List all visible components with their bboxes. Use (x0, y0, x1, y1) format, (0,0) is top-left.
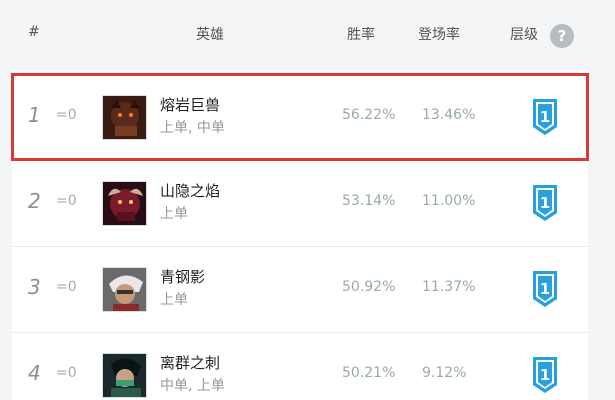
hero-column-header: 英雄 (196, 27, 224, 43)
svg-text:1: 1 (540, 366, 550, 384)
hero-positions: 上单 (160, 206, 188, 222)
pick-rate: 11.37% (422, 279, 476, 295)
tier-badge-icon: 1 (533, 185, 557, 221)
hero-row[interactable]: 2 =0 山隐之焰 上单 53.14% 11.00% 1 (12, 160, 588, 246)
tier-badge-icon: 1 (533, 357, 557, 393)
tier-badge-icon: 1 (533, 271, 557, 307)
svg-text:1: 1 (540, 280, 550, 298)
hero-name[interactable]: 青钢影 (160, 266, 205, 287)
win-rate: 50.21% (342, 365, 396, 381)
win-rate: 50.92% (342, 279, 396, 295)
hero-name[interactable]: 熔岩巨兽 (160, 94, 220, 115)
rank-number: 2 (28, 189, 41, 213)
akali-portrait-icon[interactable] (102, 353, 147, 398)
hero-name[interactable]: 山隐之焰 (160, 180, 220, 201)
win-rate: 53.14% (342, 193, 396, 209)
pick-rate: 11.00% (422, 193, 476, 209)
hero-positions: 上单 (160, 292, 188, 308)
rank-number: 1 (28, 103, 41, 127)
hero-row[interactable]: 1 =0 熔岩巨兽 上单, 中单 56.22% 13.46% 1 (11, 73, 589, 161)
rank-change: =0 (56, 365, 77, 381)
hero-name[interactable]: 离群之刺 (160, 352, 220, 373)
pickrate-column-header[interactable]: 登场率 (418, 24, 460, 44)
rank-change: =0 (56, 279, 77, 295)
hero-positions: 中单, 上单 (160, 378, 225, 394)
malphite-portrait-icon[interactable] (102, 95, 147, 140)
svg-text:1: 1 (540, 108, 550, 126)
svg-text:1: 1 (540, 194, 550, 212)
winrate-column-header[interactable]: 胜率 (347, 24, 375, 44)
rank-number: 4 (28, 361, 41, 385)
tier-column-header[interactable]: 层级 (510, 24, 538, 44)
pick-rate: 9.12% (422, 365, 467, 381)
rank-column-header: # (28, 24, 40, 40)
help-icon[interactable]: ? (550, 24, 574, 48)
hero-row[interactable]: 3 =0 青钢影 上单 50.92% 11.37% 1 (12, 246, 588, 332)
rank-change: =0 (56, 107, 77, 123)
rank-number: 3 (28, 275, 41, 299)
camille-portrait-icon[interactable] (102, 267, 147, 312)
win-rate: 56.22% (342, 107, 396, 123)
ornn-portrait-icon[interactable] (102, 181, 147, 226)
hero-positions: 上单, 中单 (160, 120, 225, 136)
rank-change: =0 (56, 193, 77, 209)
table-header: # 英雄 胜率 登场率 层级 ? (0, 0, 615, 68)
hero-row[interactable]: 4 =0 离群之刺 中单, 上单 50.21% 9.12% 1 (12, 332, 588, 400)
pick-rate: 13.46% (422, 107, 476, 123)
tier-badge-icon: 1 (533, 99, 557, 135)
